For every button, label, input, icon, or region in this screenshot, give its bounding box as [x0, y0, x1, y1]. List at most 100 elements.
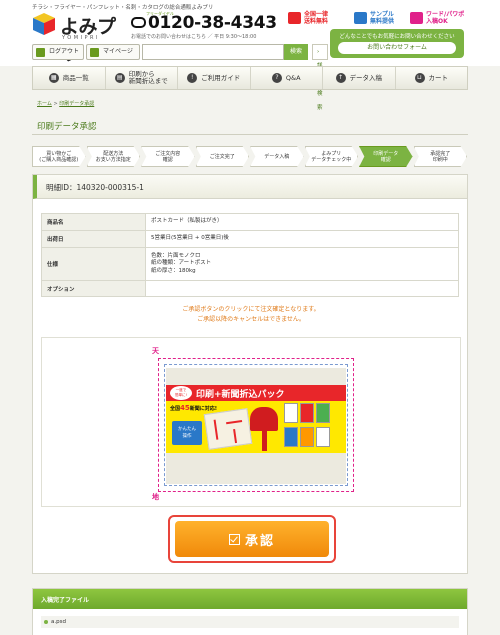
title-divider: [32, 134, 468, 135]
nav-print-insert[interactable]: ▤ 印刷から 新聞折込まで: [106, 67, 178, 89]
approval-notice: ご承認ボタンのクリックにて注文確定となります。 ご承認以降のキャンセルはできませ…: [33, 305, 469, 325]
breadcrumb-home[interactable]: ホーム: [37, 101, 52, 107]
contact-form-button[interactable]: お問い合わせフォーム: [338, 42, 456, 54]
print-proof-preview: 天 地 一度で 簡単に! 印刷+新聞折込パック 全国45新聞に対応! かんたん …: [41, 337, 461, 507]
approve-button[interactable]: 承認: [175, 521, 329, 557]
flyer-thumbnails: [284, 403, 344, 451]
truck-icon: [288, 12, 301, 24]
contact-note: どんなことでもお気軽にお問い合わせください: [339, 34, 455, 40]
step-confirm: ご注文内容 確認: [141, 146, 195, 167]
nav-products[interactable]: ▦ 商品一覧: [33, 67, 106, 89]
tel-number[interactable]: 0120-38-4343: [148, 13, 277, 33]
step-data-upload: データ入稿: [250, 146, 304, 167]
cart-icon: ⊔: [414, 73, 425, 83]
user-icon: [90, 48, 99, 57]
breadcrumb-current[interactable]: 印刷データ承認: [59, 101, 94, 107]
site-header: チラシ・フライヤー・パンフレット・名刺・カタログの総合通販よみプリ よみプリ Y…: [0, 0, 500, 111]
row-key: オプション: [41, 280, 146, 297]
badge-label: ワード/パワポ 入稿OK: [426, 11, 465, 25]
nav-label: 商品一覧: [62, 73, 89, 82]
table-row: 出荷日 5営業日(5営業日 + 0営業日)後: [41, 230, 459, 248]
search-button[interactable]: 検索: [284, 44, 308, 60]
nav-label: ご利用ガイド: [201, 73, 241, 82]
logout-button[interactable]: ログアウト: [32, 44, 84, 60]
mailbox-post: [262, 431, 267, 451]
uploaded-files-title: 入稿完了ファイル: [41, 597, 90, 604]
step-delivery: 配送方法 お支い方法指定: [86, 146, 140, 167]
tel-hours: お電話でのお問い合わせはこちら ／ 平日 9:30〜18:00: [131, 34, 257, 40]
badge-label: 全国一律 送料無料: [304, 11, 329, 25]
mailbox-icon: [250, 407, 278, 431]
badge-free-sample[interactable]: サンプル 無料提供: [354, 8, 394, 28]
flyer-artwork: 一度で 簡単に! 印刷+新聞折込パック 全国45新聞に対応! かんたん 操作: [166, 385, 346, 453]
badge-free-shipping[interactable]: 全国一律 送料無料: [288, 8, 328, 28]
main-nav: ▦ 商品一覧 ▤ 印刷から 新聞折込まで ! ご利用ガイド ? Q&A ↑ データ入稿 ⊔…: [32, 66, 468, 90]
notice-line-1: ご承認ボタンのクリックにて注文確定となります。: [182, 306, 320, 313]
print-icon: ▤: [114, 73, 125, 83]
flyer-sub-suffix: 新聞に対応!: [189, 406, 218, 412]
nav-label: Q&A: [285, 73, 301, 82]
approve-label: 承認: [244, 533, 275, 549]
nav-label: カート: [428, 73, 449, 82]
logout-icon: [36, 48, 45, 57]
logo-roman: YOMIPRI: [62, 35, 100, 41]
mypage-button[interactable]: マイページ: [86, 44, 140, 60]
flyer-easy-label: かんたん 操作: [172, 421, 202, 445]
search-input[interactable]: [142, 44, 284, 60]
breadcrumb: ホーム > 印刷データ承認: [37, 100, 94, 107]
contact-box: どんなことでもお気軽にお問い合わせください お問い合わせフォーム: [330, 29, 464, 58]
step-print-data-confirm: 印刷データ 確認: [359, 146, 413, 167]
grid-icon: ▦: [48, 73, 59, 83]
nav-data-upload[interactable]: ↑ データ入稿: [323, 67, 396, 89]
row-value: ポストカード（私製はがき）: [145, 213, 459, 231]
table-row: 仕様 色数：片面モノクロ 紙の種類：アートポスト 紙の厚さ：180kg: [41, 247, 459, 281]
account-search-bar: ログアウト マイページ 検索 › 詳細検索: [32, 44, 328, 111]
step-approved-printing: 承認完了 印刷中: [413, 146, 467, 167]
flyer-title: 印刷+新聞折込パック: [196, 390, 285, 400]
nav-cart[interactable]: ⊔ カート: [396, 67, 468, 89]
row-value: 色数：片面モノクロ 紙の種類：アートポスト 紙の厚さ：180kg: [145, 247, 459, 281]
map-graphic: [203, 408, 253, 450]
breadcrumb-separator: >: [53, 101, 58, 107]
page-title: 印刷データ承認: [37, 122, 97, 132]
file-item[interactable]: a.psd: [41, 616, 459, 628]
nav-guide[interactable]: ! ご利用ガイド: [178, 67, 251, 89]
product-info-table: 商品名 ポストカード（私製はがき） 出荷日 5営業日(5営業日 + 0営業日)後…: [41, 213, 459, 297]
step-order-complete: ご注文完了: [195, 146, 249, 167]
order-detail-card: 明細ID：140320-000315-1 商品名 ポストカード（私製はがき） 出…: [32, 174, 468, 574]
badge-office-ok[interactable]: ワード/パワポ 入稿OK: [410, 8, 464, 28]
nav-label: 印刷から 新聞折込まで: [128, 70, 168, 85]
row-key: 出荷日: [41, 230, 146, 248]
advanced-search-link[interactable]: › 詳細検索: [312, 44, 328, 111]
nav-qa[interactable]: ? Q&A: [251, 67, 323, 89]
uploaded-files-card: 入稿完了ファイル a.psd: [32, 588, 468, 635]
flyer-sub-prefix: 全国: [170, 406, 181, 412]
row-key: 商品名: [41, 213, 146, 231]
question-icon: ?: [271, 73, 282, 83]
nav-label: データ入稿: [349, 73, 383, 82]
detail-id: 明細ID：140320-000315-1: [46, 183, 144, 192]
sample-icon: [354, 12, 367, 24]
notice-line-2: ご承認以降のキャンセルはできません。: [197, 316, 305, 323]
mypage-label: マイページ: [103, 48, 133, 55]
site-tagline: チラシ・フライヤー・パンフレット・名刺・カタログの総合通販よみプリ: [32, 5, 214, 11]
upload-icon: ↑: [335, 73, 346, 83]
step-data-check: よみプリ データチェック中: [304, 146, 358, 167]
table-row: オプション: [41, 280, 459, 297]
order-progress-steps: 買い物かご (ご購入商品確認) 配送方法 お支い方法指定 ご注文内容 確認 ご注…: [32, 146, 468, 167]
site-logo[interactable]: よみプリ YOMIPRI: [32, 12, 124, 65]
proof-top-marker: 天: [152, 347, 159, 355]
cube-logo-icon: [33, 13, 55, 35]
logout-label: ログアウト: [49, 48, 80, 55]
freedial-icon: [131, 17, 146, 28]
flyer-badge: 一度で 簡単に!: [170, 386, 192, 400]
postcard-image: 一度で 簡単に! 印刷+新聞折込パック 全国45新聞に対応! かんたん 操作: [166, 368, 346, 484]
flyer-subtitle: 全国45新聞に対応!: [170, 404, 217, 412]
office-icon: [410, 12, 423, 24]
proof-bottom-marker: 地: [152, 493, 159, 501]
table-row: 商品名 ポストカード（私製はがき）: [41, 213, 459, 231]
row-key: 仕様: [41, 247, 146, 281]
flyer-sub-number: 45: [180, 404, 190, 412]
row-value: 5営業日(5営業日 + 0営業日)後: [145, 230, 459, 248]
step-cart: 買い物かご (ご購入商品確認): [32, 146, 86, 167]
